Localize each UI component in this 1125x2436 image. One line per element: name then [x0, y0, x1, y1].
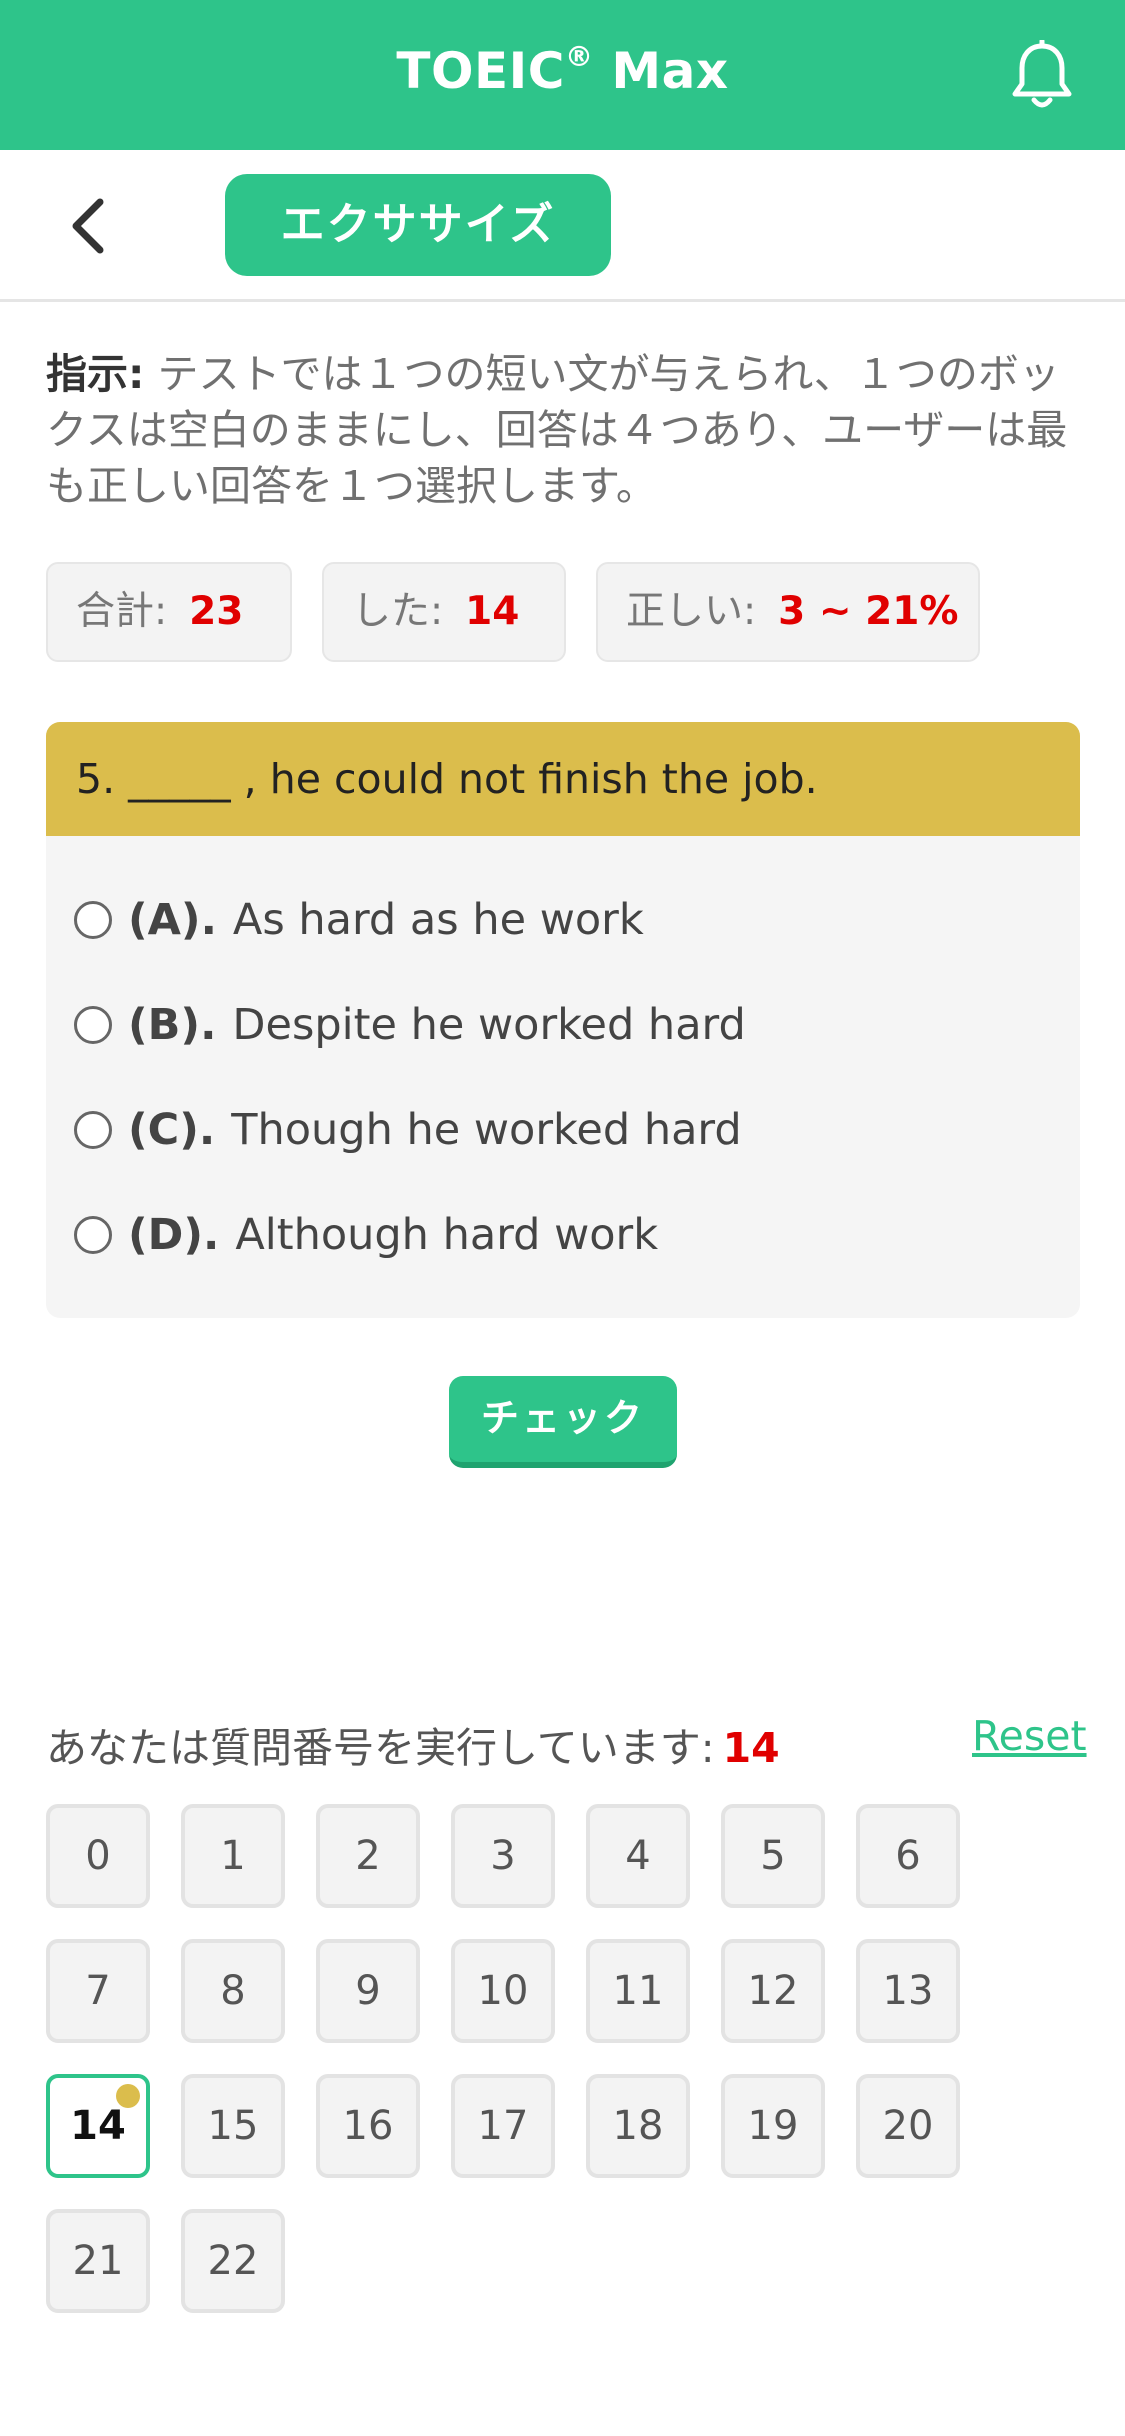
current-question-number: 14 — [722, 1724, 780, 1772]
check-button[interactable]: チェック — [449, 1376, 677, 1468]
option-c[interactable]: (C). Though he worked hard — [74, 1090, 742, 1170]
option-text: As hard as he work — [232, 895, 644, 945]
question-number-button-6[interactable]: 6 — [856, 1804, 960, 1908]
radio-button[interactable] — [74, 1216, 112, 1254]
question-number-button-3[interactable]: 3 — [451, 1804, 555, 1908]
stat-done: した: 14 — [322, 562, 566, 662]
progress-label-text: あなたは質問番号を実行しています: — [46, 1724, 715, 1772]
current-indicator-dot — [116, 2084, 140, 2108]
top-bar: TOEIC® Max — [0, 0, 1125, 150]
sub-navigation: エクササイズ — [0, 150, 1125, 302]
question-number-button-9[interactable]: 9 — [316, 1939, 420, 2043]
radio-button[interactable] — [74, 1111, 112, 1149]
progress-label: あなたは質問番号を実行しています: 14 — [46, 1714, 780, 1774]
question-number-button-5[interactable]: 5 — [721, 1804, 825, 1908]
question-number-button-16[interactable]: 16 — [316, 2074, 420, 2178]
radio-button[interactable] — [74, 901, 112, 939]
question-number-button-17[interactable]: 17 — [451, 2074, 555, 2178]
stat-correct-label: 正しい: — [626, 589, 757, 634]
question-number-button-14[interactable]: 14 — [46, 2074, 150, 2178]
reset-link[interactable]: Reset — [972, 1712, 1087, 1760]
question-number-button-13[interactable]: 13 — [856, 1939, 960, 2043]
option-letter: (D). — [128, 1210, 220, 1260]
question-number-button-11[interactable]: 11 — [586, 1939, 690, 2043]
question-number-button-15[interactable]: 15 — [181, 2074, 285, 2178]
option-b[interactable]: (B). Despite he worked hard — [74, 985, 746, 1065]
question-number-button-20[interactable]: 20 — [856, 2074, 960, 2178]
stat-correct-value: 3 ~ 21% — [778, 589, 959, 634]
question-number-button-7[interactable]: 7 — [46, 1939, 150, 2043]
question-number-button-10[interactable]: 10 — [451, 1939, 555, 2043]
option-text: Despite he worked hard — [232, 1000, 746, 1050]
instructions-text: 指示: テストでは１つの短い文が与えられ、１つのボックスは空白のままにし、回答は… — [46, 346, 1076, 514]
app-title: TOEIC® Max — [396, 40, 729, 100]
question-number-button-4[interactable]: 4 — [586, 1804, 690, 1908]
chevron-left-icon[interactable] — [64, 196, 114, 256]
stat-correct: 正しい: 3 ~ 21% — [596, 562, 980, 662]
question-number-button-22[interactable]: 22 — [181, 2209, 285, 2313]
question-number-button-1[interactable]: 1 — [181, 1804, 285, 1908]
stat-done-label: した: — [352, 589, 444, 634]
instructions-label: 指示: — [46, 350, 145, 398]
question-number-button-2[interactable]: 2 — [316, 1804, 420, 1908]
option-text: Although hard work — [235, 1210, 659, 1260]
instructions-body: テストでは１つの短い文が与えられ、１つのボックスは空白のままにし、回答は４つあり… — [46, 350, 1068, 510]
option-a[interactable]: (A). As hard as he work — [74, 880, 644, 960]
question-number-button-0[interactable]: 0 — [46, 1804, 150, 1908]
question-number-button-21[interactable]: 21 — [46, 2209, 150, 2313]
exercise-tab-button[interactable]: エクササイズ — [225, 174, 611, 276]
option-d[interactable]: (D). Although hard work — [74, 1195, 658, 1275]
question-number-button-8[interactable]: 8 — [181, 1939, 285, 2043]
question-card: 5. _____ , he could not finish the job. … — [46, 722, 1080, 1318]
question-text: 5. _____ , he could not finish the job. — [46, 722, 1080, 836]
option-letter: (B). — [128, 1000, 217, 1050]
stat-total-label: 合計: — [76, 589, 168, 634]
bell-icon[interactable] — [1010, 40, 1074, 112]
option-letter: (A). — [128, 895, 217, 945]
stat-total: 合計: 23 — [46, 562, 292, 662]
question-number-button-18[interactable]: 18 — [586, 2074, 690, 2178]
option-letter: (C). — [128, 1105, 216, 1155]
stat-total-value: 23 — [189, 589, 244, 634]
stat-done-value: 14 — [465, 589, 520, 634]
radio-button[interactable] — [74, 1006, 112, 1044]
question-number-button-19[interactable]: 19 — [721, 2074, 825, 2178]
option-text: Though he worked hard — [231, 1105, 742, 1155]
question-number-button-12[interactable]: 12 — [721, 1939, 825, 2043]
